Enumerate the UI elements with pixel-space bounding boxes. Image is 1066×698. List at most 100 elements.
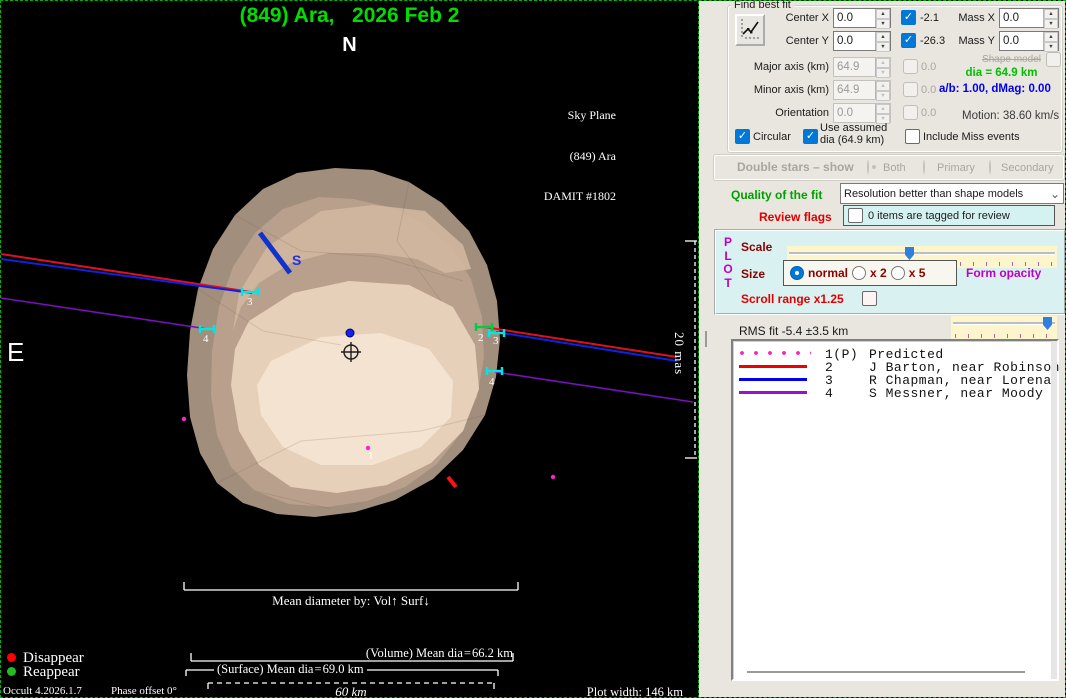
size-x5-label: x 5 <box>909 266 926 280</box>
plot-vertical-label: P L O T <box>722 236 734 290</box>
vertical-scrollbar[interactable] <box>1051 341 1057 679</box>
use-assumed-checkbox[interactable]: ✓ <box>803 129 818 144</box>
review-status-text: 0 items are tagged for review <box>868 210 1010 222</box>
plot-width-label: Plot width: 146 km <box>481 685 683 698</box>
spinner-up-icon[interactable]: ▲ <box>876 32 890 42</box>
major-axis-spinner: ▲▼ <box>875 58 890 76</box>
center-x-spinner[interactable]: ▲▼ <box>875 9 890 27</box>
check-icon: ✓ <box>738 130 747 142</box>
size-x2-radio[interactable] <box>852 266 866 280</box>
major-axis-input: 64.9 ▲▼ <box>833 57 891 77</box>
center-y-input[interactable]: 0.0 ▲▼ <box>833 31 891 51</box>
size-x5-radio[interactable] <box>891 266 905 280</box>
center-x-input[interactable]: 0.0 ▲▼ <box>833 8 891 28</box>
chord3-line-swatch <box>739 378 807 381</box>
size-normal-radio[interactable] <box>790 266 804 280</box>
center-x-checkbox[interactable]: ✓ <box>901 10 916 25</box>
sky-plane-plot[interactable]: (849) Ara, 2026 Feb 2 N Sky Plane (849) … <box>1 1 699 698</box>
find-best-fit-label: Find best fit <box>731 0 794 11</box>
center-y-checkbox[interactable]: ✓ <box>901 33 916 48</box>
info-sky-plane: Sky Plane <box>431 109 616 123</box>
list-item[interactable]: 3 R Chapman, near Lorena <box>733 373 1057 386</box>
chord2-line-swatch <box>739 365 807 368</box>
center-x-value[interactable]: 0.0 <box>837 12 875 24</box>
north-label: N <box>1 34 698 57</box>
quality-value[interactable]: Resolution better than shape models <box>844 188 1023 200</box>
observer-number: 4 <box>825 386 833 401</box>
list-item[interactable]: 1(P) Predicted <box>733 347 1057 360</box>
form-opacity-slider[interactable] <box>951 316 1057 340</box>
spinner-up-icon[interactable]: ▲ <box>876 9 890 19</box>
spinner-down-icon[interactable]: ▼ <box>1044 19 1058 29</box>
list-item[interactable]: 2 J Barton, near Robinson <box>733 360 1057 373</box>
spinner-down-icon: ▼ <box>876 68 890 78</box>
observer-list[interactable]: 1(P) Predicted 2 J Barton, near Robinson… <box>731 339 1059 681</box>
volume-mean-dia-label: (Volume) Mean dia = 66.2 km <box>201 646 513 661</box>
line-chart-icon <box>739 17 761 41</box>
splitter-handle[interactable] <box>705 331 707 347</box>
spinner-up-icon[interactable]: ▲ <box>1044 32 1058 42</box>
disappear-event-tick <box>448 477 456 487</box>
slider-track <box>953 322 1055 325</box>
shape-model-checkbox <box>1046 52 1061 67</box>
spinner-up-icon: ▲ <box>876 58 890 68</box>
minor-axis-value: 64.9 <box>837 84 875 96</box>
chord-label-3-left: 3 <box>247 297 253 308</box>
quality-dropdown[interactable]: Resolution better than shape models ⌄ <box>840 183 1064 204</box>
predicted-point-label: 1 <box>368 451 374 462</box>
review-flags-box: 0 items are tagged for review <box>843 205 1055 226</box>
spinner-down-icon[interactable]: ▼ <box>876 19 890 29</box>
chord-label-3-right: 3 <box>493 336 499 347</box>
orientation-value: 0.0 <box>837 107 875 119</box>
mass-x-input[interactable]: 0.0 ▲▼ <box>999 8 1059 28</box>
list-item[interactable]: 4 S Messner, near Moody <box>733 386 1057 399</box>
include-miss-checkbox[interactable] <box>905 129 920 144</box>
use-assumed-line1: Use assumed <box>820 123 887 135</box>
mass-x-value[interactable]: 0.0 <box>1003 12 1043 24</box>
double-secondary-radio <box>989 160 991 174</box>
form-opacity-label: Form opacity <box>966 266 1041 280</box>
plot-letter: L <box>722 250 734 264</box>
slider-ticks <box>955 334 1053 338</box>
center-y-spinner[interactable]: ▲▼ <box>875 32 890 50</box>
quality-label: Quality of the fit <box>731 188 822 202</box>
plot-letter: O <box>722 263 734 277</box>
motion-readout: Motion: 38.60 km/s <box>962 110 1059 122</box>
mass-y-value[interactable]: 0.0 <box>1003 35 1043 47</box>
use-assumed-line2: dia (64.9 km) <box>820 135 887 147</box>
reappear-legend-label: Reappear <box>23 664 80 681</box>
slider-track <box>789 252 1055 255</box>
spinner-up-icon[interactable]: ▲ <box>1044 9 1058 19</box>
scale-slider-thumb[interactable] <box>905 247 914 260</box>
form-opacity-slider-thumb[interactable] <box>1043 317 1052 330</box>
double-both-radio <box>867 160 869 174</box>
scroll-range-checkbox[interactable] <box>862 291 877 306</box>
size-option-box: normal x 2 x 5 <box>783 260 957 286</box>
plot-letter: T <box>722 277 734 291</box>
scale-label: Scale <box>741 240 772 254</box>
major-axis-label: Major axis (km) <box>727 61 829 73</box>
horizontal-scrollbar[interactable] <box>747 671 1025 673</box>
info-damit: DAMIT #1802 <box>431 190 616 204</box>
orientation-checkbox <box>903 105 918 120</box>
shape-model-label: Shape model <box>949 54 1041 65</box>
spinner-down-icon[interactable]: ▼ <box>1044 42 1058 52</box>
spinner-down-icon[interactable]: ▼ <box>876 42 890 52</box>
reappear-dot-icon <box>7 667 16 676</box>
chord-label-4-right: 4 <box>489 377 495 388</box>
occult-window: (849) Ara, 2026 Feb 2 N Sky Plane (849) … <box>0 0 1066 698</box>
mass-x-spinner[interactable]: ▲▼ <box>1043 9 1058 27</box>
plot-title: (849) Ara, 2026 Feb 2 <box>1 4 698 28</box>
orientation-check-value: 0.0 <box>921 107 936 119</box>
circular-label: Circular <box>753 131 791 143</box>
review-flags-checkbox[interactable] <box>848 208 863 223</box>
observer-name: S Messner, near Moody <box>869 386 1043 401</box>
orientation-label: Orientation <box>727 107 829 119</box>
mass-y-spinner[interactable]: ▲▼ <box>1043 32 1058 50</box>
chord-label-2-right: 2 <box>478 333 484 344</box>
center-y-value[interactable]: 0.0 <box>837 35 875 47</box>
rms-fit-label: RMS fit -5.4 ±3.5 km <box>739 324 848 338</box>
circular-checkbox[interactable]: ✓ <box>735 129 750 144</box>
mass-y-input[interactable]: 0.0 ▲▼ <box>999 31 1059 51</box>
chevron-down-icon[interactable]: ⌄ <box>1050 187 1060 201</box>
